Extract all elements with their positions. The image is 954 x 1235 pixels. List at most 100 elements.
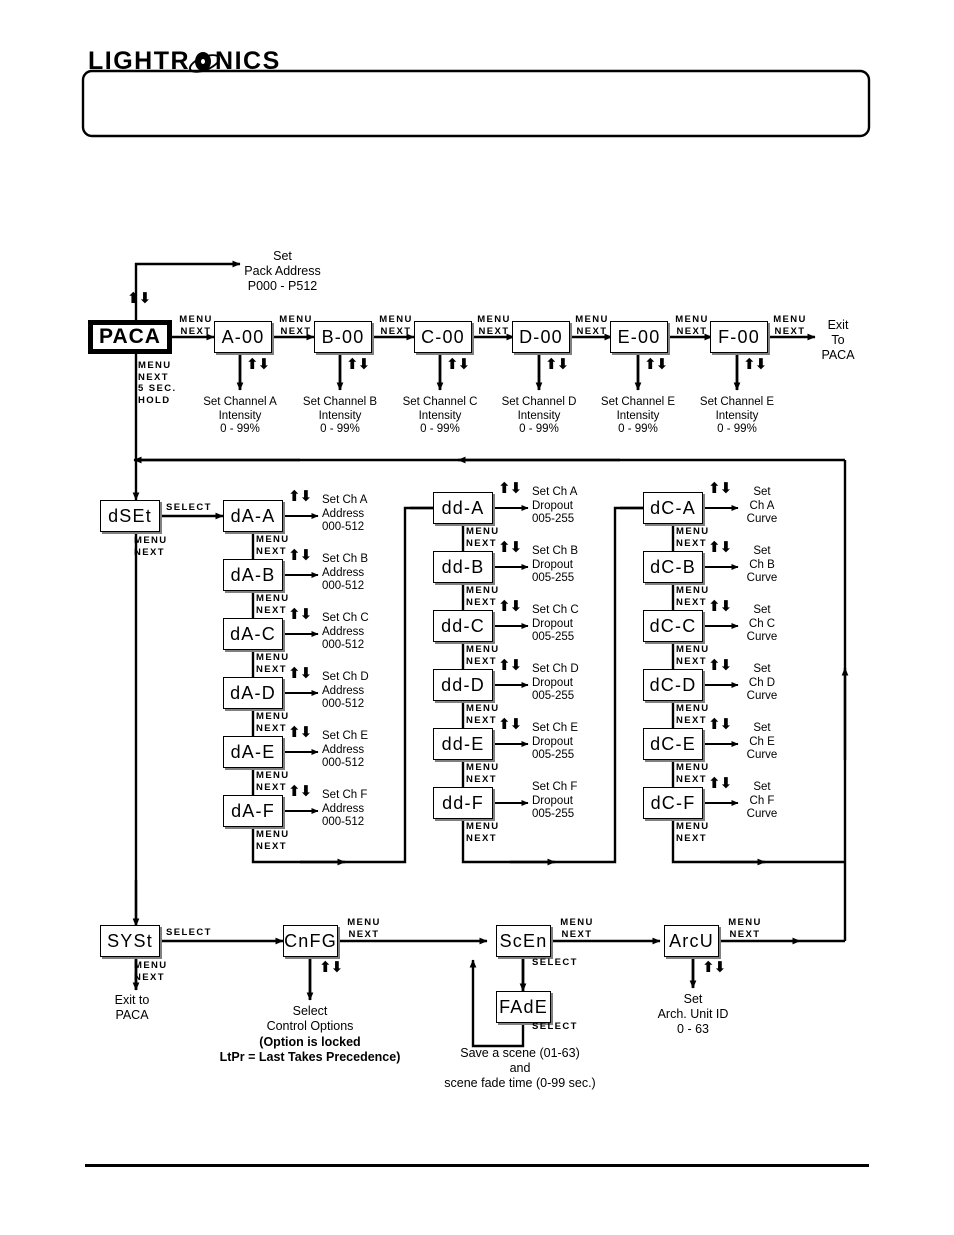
step-label-syst: MENU NEXT <box>134 960 168 983</box>
step-label-arcu: MENU NEXT <box>728 917 762 940</box>
note-channel-d: Set Channel D Intensity 0 - 99% <box>501 396 577 435</box>
note-channel-b: Set Channel B Intensity 0 - 99% <box>302 396 378 435</box>
footer-divider <box>85 1164 869 1167</box>
note-da-a: Set Ch A Address 000-512 <box>322 494 368 533</box>
note-arcu: Set Arch. Unit ID 0 - 63 <box>657 992 729 1036</box>
node-da-c[interactable]: dA-C <box>223 618 283 650</box>
node-da-f[interactable]: dA-F <box>223 795 283 827</box>
note-dc-f: Set Ch F Curve <box>746 781 778 820</box>
node-dd-f[interactable]: dd-F <box>433 787 493 819</box>
updown-arrows-da-b: ⬆⬇ <box>288 546 312 564</box>
updown-arrows-da-a: ⬆⬇ <box>288 487 312 505</box>
note-dd-a: Set Ch A Dropout 005-255 <box>532 486 578 525</box>
note-dd-d: Set Ch D Dropout 005-255 <box>532 663 579 702</box>
updown-arrows-dc-e: ⬆⬇ <box>708 715 732 733</box>
node-dc-b[interactable]: dC-B <box>643 551 703 583</box>
updown-arrows-da-f: ⬆⬇ <box>288 782 312 800</box>
lightronics-logo: LIGHTR NICS <box>88 44 288 78</box>
page-canvas: LIGHTR NICS PACA A-00 B-00 C-00 D-00 E-0… <box>0 0 954 1235</box>
select-label-syst: SELECT <box>166 927 212 938</box>
step-label-c-to-d: MENU NEXT <box>477 314 511 337</box>
select-label-scen: SELECT <box>532 957 578 968</box>
select-label-dset: SELECT <box>166 502 212 513</box>
note-da-b: Set Ch B Address 000-512 <box>322 553 369 592</box>
step-label-da-f: MENU NEXT <box>256 829 290 852</box>
updown-arrows-dc-d: ⬆⬇ <box>708 656 732 674</box>
note-exit-to-paca-bottom: Exit to PACA <box>114 993 150 1022</box>
node-fade[interactable]: FAdE <box>496 991 551 1023</box>
planet-orbit-icon <box>186 49 223 77</box>
updown-arrows-dd-a: ⬆⬇ <box>498 479 522 497</box>
updown-arrows-da-c: ⬆⬇ <box>288 605 312 623</box>
node-dd-b[interactable]: dd-B <box>433 551 493 583</box>
note-da-c: Set Ch C Address 000-512 <box>322 612 369 651</box>
node-dc-c[interactable]: dC-C <box>643 610 703 642</box>
node-da-a[interactable]: dA-A <box>223 500 283 532</box>
note-pack-address: Set Pack Address P000 - P512 <box>244 249 321 293</box>
note-dc-a: Set Ch A Curve <box>746 486 778 525</box>
node-syst[interactable]: SYSt <box>100 925 160 957</box>
updown-arrows-da-e: ⬆⬇ <box>288 723 312 741</box>
updown-arrows-channel-f: ⬆⬇ <box>743 355 767 373</box>
note-exit-to-paca-top: Exit To PACA <box>821 318 855 362</box>
note-dd-e: Set Ch E Dropout 005-255 <box>532 722 579 761</box>
updown-arrows-da-d: ⬆⬇ <box>288 664 312 682</box>
node-da-d[interactable]: dA-D <box>223 677 283 709</box>
updown-arrows-channel-a: ⬆⬇ <box>246 355 270 373</box>
node-scen[interactable]: ScEn <box>496 925 551 957</box>
note-dd-b: Set Ch B Dropout 005-255 <box>532 545 579 584</box>
node-da-b[interactable]: dA-B <box>223 559 283 591</box>
updown-arrows-dd-c: ⬆⬇ <box>498 597 522 615</box>
step-label-dc-f: MENU NEXT <box>676 821 710 844</box>
select-label-fade: SELECT <box>532 1021 578 1032</box>
node-dc-e[interactable]: dC-E <box>643 728 703 760</box>
node-dc-f[interactable]: dC-F <box>643 787 703 819</box>
updown-arrows-channel-b: ⬆⬇ <box>346 355 370 373</box>
step-label-paca-to-a: MENU NEXT <box>179 314 213 337</box>
node-dset[interactable]: dSEt <box>100 500 160 532</box>
note-dc-b: Set Ch B Curve <box>746 545 778 584</box>
updown-arrows-dd-d: ⬆⬇ <box>498 656 522 674</box>
logo-text-before: LIGHTR <box>88 46 191 75</box>
step-label-scen: MENU NEXT <box>560 917 594 940</box>
updown-arrows-channel-c: ⬆⬇ <box>446 355 470 373</box>
note-cnfg: Select Control Options <box>266 1004 354 1033</box>
updown-arrows-dd-b: ⬆⬇ <box>498 538 522 556</box>
step-label-e-to-f: MENU NEXT <box>675 314 709 337</box>
node-dd-d[interactable]: dd-D <box>433 669 493 701</box>
logo-text-after: NICS <box>215 46 281 75</box>
note-dd-c: Set Ch C Dropout 005-255 <box>532 604 579 643</box>
node-dc-d[interactable]: dC-D <box>643 669 703 701</box>
node-dd-a[interactable]: dd-A <box>433 492 493 524</box>
node-dd-e[interactable]: dd-E <box>433 728 493 760</box>
updown-arrows-dc-c: ⬆⬇ <box>708 597 732 615</box>
node-arcu[interactable]: ArcU <box>664 925 719 957</box>
node-paca[interactable]: PACA <box>88 320 172 354</box>
node-dc-a[interactable]: dC-A <box>643 492 703 524</box>
step-label-a-to-b: MENU NEXT <box>279 314 313 337</box>
note-da-d: Set Ch D Address 000-512 <box>322 671 369 710</box>
note-dc-c: Set Ch C Curve <box>746 604 778 643</box>
step-label-dd-e: MENU NEXT <box>466 762 500 785</box>
updown-arrows-channel-e: ⬆⬇ <box>644 355 668 373</box>
step-label-dd-f: MENU NEXT <box>466 821 500 844</box>
updown-arrows-dc-b: ⬆⬇ <box>708 538 732 556</box>
node-cnfg[interactable]: CnFG <box>283 925 338 957</box>
updown-arrows-dc-a: ⬆⬇ <box>708 479 732 497</box>
note-channel-c: Set Channel C Intensity 0 - 99% <box>402 396 478 435</box>
note-channel-f: Set Channel E Intensity 0 - 99% <box>699 396 775 435</box>
node-dd-c[interactable]: dd-C <box>433 610 493 642</box>
note-scene: Save a scene (01-63) and scene fade time… <box>444 1046 596 1090</box>
note-da-f: Set Ch F Address 000-512 <box>322 789 368 828</box>
updown-arrows-dd-e: ⬆⬇ <box>498 715 522 733</box>
updown-arrows-paca: ⬆⬇ <box>127 289 151 307</box>
node-da-e[interactable]: dA-E <box>223 736 283 768</box>
note-dc-e: Set Ch E Curve <box>746 722 778 761</box>
note-channel-a: Set Channel A Intensity 0 - 99% <box>203 396 277 435</box>
updown-arrows-channel-d: ⬆⬇ <box>545 355 569 373</box>
note-cnfg-locked: (Option is locked LtPr = Last Takes Prec… <box>219 1035 401 1064</box>
note-da-e: Set Ch E Address 000-512 <box>322 730 369 769</box>
updown-arrows-dc-f: ⬆⬇ <box>708 774 732 792</box>
note-dd-f: Set Ch F Dropout 005-255 <box>532 781 578 820</box>
step-label-d-to-e: MENU NEXT <box>575 314 609 337</box>
